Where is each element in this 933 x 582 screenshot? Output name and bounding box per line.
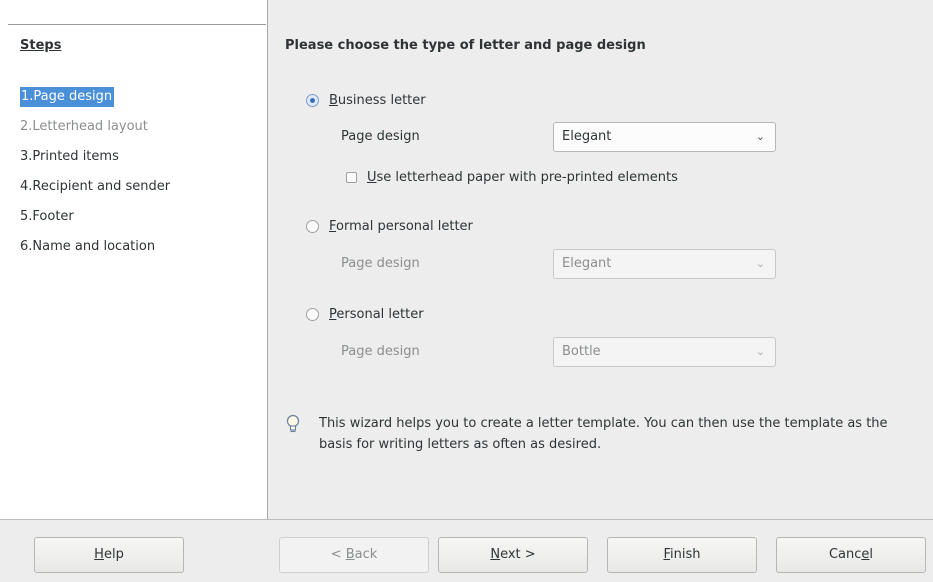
step-number: 5. xyxy=(20,209,33,224)
steps-sidebar: Steps 1.Page design 2.Letterhead layout … xyxy=(0,0,267,519)
sidebar-divider xyxy=(8,24,266,25)
personal-letter-label: Personal letter xyxy=(329,306,424,322)
step-number: 2. xyxy=(20,119,33,134)
step-letterhead-layout: 2.Letterhead layout xyxy=(20,117,150,137)
formal-personal-letter-radio[interactable]: Formal personal letter xyxy=(306,216,473,236)
chevron-down-icon: ⌄ xyxy=(755,345,765,358)
business-page-design-select[interactable]: Elegant ⌄ xyxy=(553,122,776,152)
chevron-down-icon: ⌄ xyxy=(755,257,765,270)
radio-checked-icon[interactable] xyxy=(306,93,319,107)
sidebar-separator xyxy=(267,0,268,519)
formal-page-design-select: Elegant ⌄ xyxy=(553,249,776,279)
letterhead-paper-checkbox[interactable]: Use letterhead paper with pre-printed el… xyxy=(346,170,678,185)
next-button[interactable]: Next > xyxy=(438,537,588,573)
radio-unchecked-icon[interactable] xyxy=(306,219,319,233)
step-number: 1. xyxy=(21,89,34,104)
step-page-design[interactable]: 1.Page design xyxy=(20,87,115,107)
personal-page-design-label: Page design xyxy=(341,344,420,359)
step-label: Footer xyxy=(32,209,74,224)
step-recipient-and-sender[interactable]: 4.Recipient and sender xyxy=(20,177,172,197)
cancel-button[interactable]: Cancel xyxy=(776,537,926,573)
formal-personal-letter-label: Formal personal letter xyxy=(329,218,473,234)
personal-letter-radio[interactable]: Personal letter xyxy=(306,304,424,324)
step-number: 4. xyxy=(20,179,33,194)
step-label: Letterhead layout xyxy=(32,119,148,134)
step-number: 6. xyxy=(20,239,33,254)
steps-title: Steps xyxy=(20,38,62,53)
step-number: 3. xyxy=(20,149,33,164)
business-page-design-label: Page design xyxy=(341,129,420,144)
combo-value: Bottle xyxy=(562,344,601,359)
step-label: Printed items xyxy=(32,149,119,164)
step-label: Name and location xyxy=(32,239,156,254)
personal-page-design-select: Bottle ⌄ xyxy=(553,337,776,367)
button-bar-separator xyxy=(0,519,933,520)
radio-unchecked-icon[interactable] xyxy=(306,307,319,321)
step-label: Recipient and sender xyxy=(32,179,171,194)
lightbulb-icon xyxy=(285,414,305,455)
info-text: This wizard helps you to create a letter… xyxy=(319,416,888,452)
help-button[interactable]: Help xyxy=(34,537,184,573)
business-letter-label: Business letter xyxy=(329,92,426,108)
step-footer[interactable]: 5.Footer xyxy=(20,207,76,227)
finish-button[interactable]: Finish xyxy=(607,537,757,573)
step-name-and-location[interactable]: 6.Name and location xyxy=(20,237,157,257)
letterhead-paper-label: Use letterhead paper with pre-printed el… xyxy=(367,170,678,185)
step-printed-items[interactable]: 3.Printed items xyxy=(20,147,121,167)
step-label: Page design xyxy=(33,89,113,104)
info-message: This wizard helps you to create a letter… xyxy=(285,413,919,455)
business-letter-radio[interactable]: Business letter xyxy=(306,90,426,110)
back-button: < Back xyxy=(279,537,429,573)
combo-value: Elegant xyxy=(562,256,612,271)
page-title: Please choose the type of letter and pag… xyxy=(285,38,646,53)
checkbox-icon[interactable] xyxy=(346,172,357,183)
combo-value: Elegant xyxy=(562,129,612,144)
formal-page-design-label: Page design xyxy=(341,256,420,271)
chevron-down-icon: ⌄ xyxy=(755,130,765,143)
